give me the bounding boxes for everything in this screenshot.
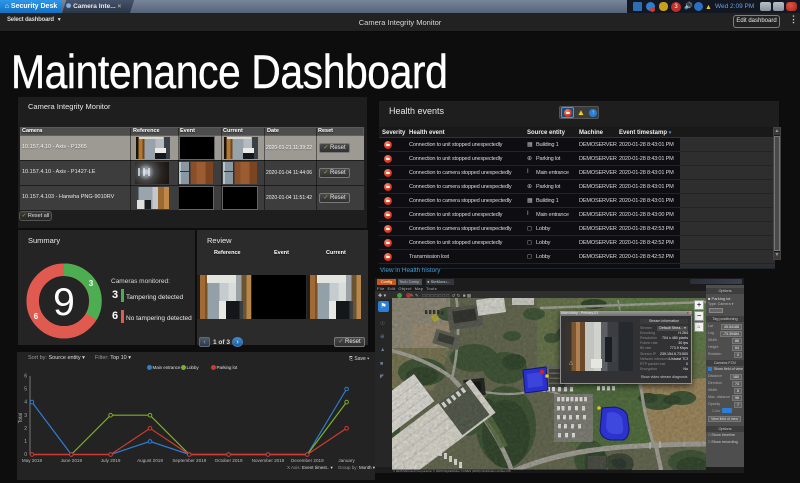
svg-text:2: 2 [24,426,27,432]
svg-text:August 2019: August 2019 [137,458,163,463]
svg-text:4: 4 [24,400,27,406]
svg-text:September 2019: September 2019 [172,458,206,463]
svg-text:9: 9 [53,281,75,324]
svg-text:July 2019: July 2019 [101,458,121,463]
svg-text:6: 6 [24,374,27,380]
svg-text:December 2019: December 2019 [291,458,324,463]
svg-text:November 2019: November 2019 [252,458,285,463]
svg-text:January: January [338,458,355,463]
svg-text:3: 3 [89,279,94,288]
svg-text:Total: Total [18,413,24,424]
svg-text:May 2019: May 2019 [22,458,43,463]
svg-text:6: 6 [34,312,39,321]
svg-text:June 2019: June 2019 [61,458,83,463]
svg-text:October 2019: October 2019 [215,458,243,463]
svg-text:1: 1 [24,439,27,445]
svg-text:5: 5 [24,387,27,393]
svg-text:3: 3 [24,413,27,419]
